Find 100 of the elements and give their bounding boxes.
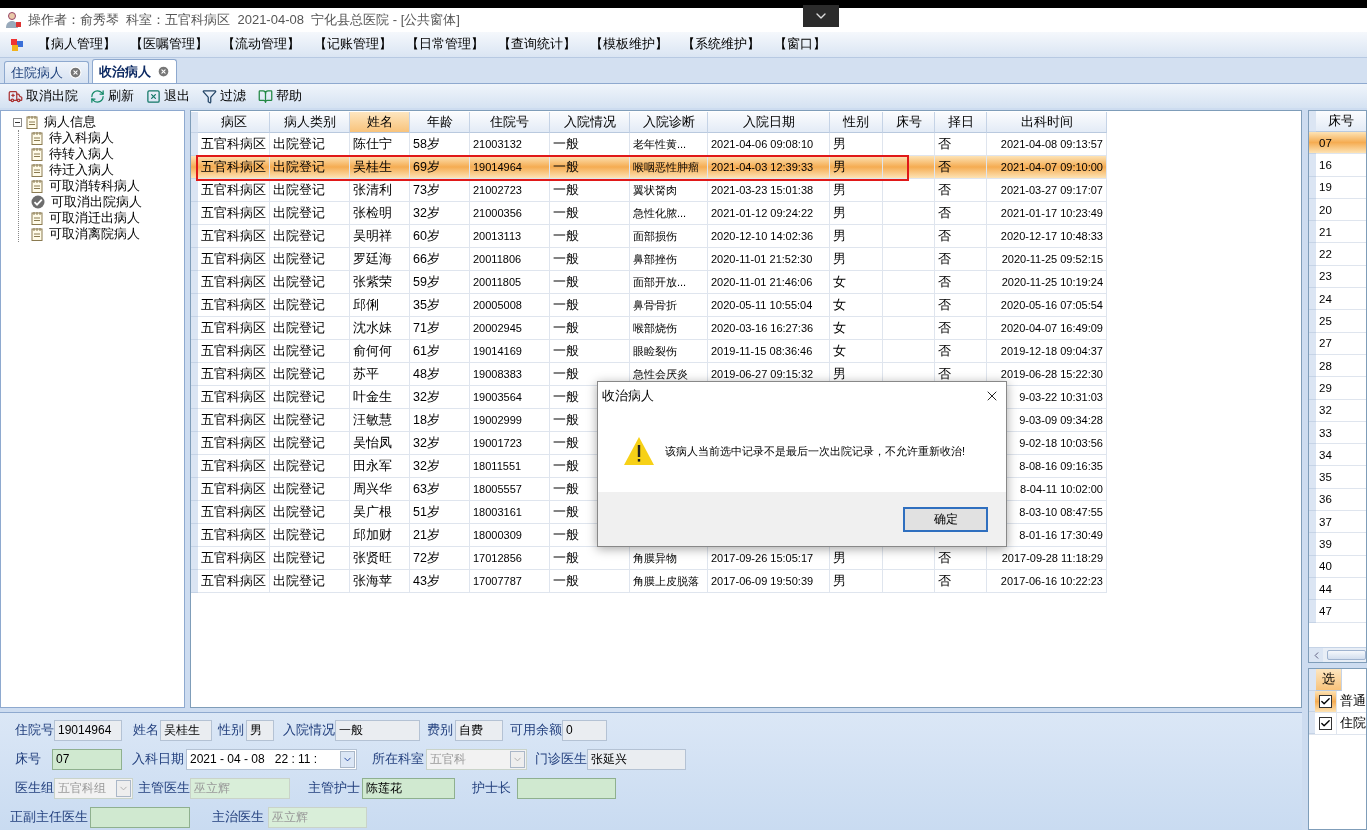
- menu-item[interactable]: 【窗口】: [774, 36, 866, 53]
- table-cell: 男: [830, 570, 883, 593]
- column-header[interactable]: 病人类别: [270, 112, 350, 133]
- table-cell: 2021-01-12 09:24:22: [708, 202, 830, 225]
- close-icon[interactable]: [69, 66, 82, 79]
- column-header[interactable]: 病区: [198, 112, 270, 133]
- table-cell: 五官科病区: [198, 455, 270, 478]
- menu-item[interactable]: 【系统维护】: [682, 36, 774, 53]
- table-cell: 2020-11-25 10:19:24: [987, 271, 1107, 294]
- tree-item[interactable]: 可取消转科病人: [47, 177, 142, 195]
- table-cell: 2020-11-25 09:52:15: [987, 248, 1107, 271]
- collapse-icon[interactable]: [13, 117, 22, 127]
- input-field[interactable]: 张延兴: [587, 748, 686, 770]
- table-cell: [883, 225, 935, 248]
- menu-item[interactable]: 【日常管理】: [406, 36, 498, 53]
- column-header[interactable]: 选: [1316, 669, 1342, 691]
- row-header[interactable]: [191, 179, 198, 202]
- date-field[interactable]: 2021 - 04 - 08 22 : 11 :: [186, 748, 357, 770]
- table-cell: 2020-03-16 16:27:36: [708, 317, 830, 340]
- toolbar-button[interactable]: 退出: [144, 87, 192, 105]
- app-menu-icon[interactable]: [10, 37, 24, 52]
- toolbar-button[interactable]: 取消出院: [6, 87, 80, 105]
- tab[interactable]: 收治病人: [92, 59, 177, 83]
- field-label: 医生组: [15, 779, 54, 797]
- table-cell: [883, 202, 935, 225]
- table-cell: 20011806: [470, 248, 550, 271]
- field-label: 住院号: [15, 721, 54, 739]
- toolbar-button[interactable]: 过滤: [200, 87, 248, 105]
- table-cell: 否: [935, 271, 987, 294]
- input-field[interactable]: [90, 806, 190, 828]
- table-cell: 21岁: [410, 524, 470, 547]
- table-cell: 一般: [550, 133, 630, 156]
- input-field[interactable]: 19014964: [54, 719, 122, 741]
- menu-item[interactable]: 【查询统计】: [498, 36, 590, 53]
- toolbar-button[interactable]: 刷新: [88, 87, 136, 105]
- table-cell: 否: [935, 248, 987, 271]
- menu-item[interactable]: 【流动管理】: [222, 36, 314, 53]
- funnel-icon: [202, 88, 217, 104]
- input-field[interactable]: 吴桂生: [160, 719, 212, 741]
- scroll-left-button[interactable]: [1309, 648, 1323, 662]
- scrollbar[interactable]: [1309, 647, 1366, 662]
- scroll-thumb[interactable]: [1327, 650, 1366, 660]
- table-cell: [883, 570, 935, 593]
- input-field[interactable]: 07: [52, 748, 122, 770]
- checkbox[interactable]: [1318, 695, 1332, 708]
- field-label: 主治医生: [212, 808, 264, 826]
- tree-item[interactable]: 待转入病人: [47, 145, 116, 163]
- menu-item[interactable]: 【模板维护】: [590, 36, 682, 53]
- input-field[interactable]: 一般: [335, 719, 420, 741]
- table-cell: 男: [830, 248, 883, 271]
- table-cell: 否: [935, 179, 987, 202]
- table-cell: 一般: [550, 570, 630, 593]
- notepad-icon: [31, 211, 43, 225]
- column-header[interactable]: 床号: [883, 112, 935, 133]
- tree-item[interactable]: 可取消迁出病人: [47, 209, 142, 227]
- tab[interactable]: 住院病人: [4, 61, 89, 83]
- table-cell: 一般: [550, 179, 630, 202]
- table-cell: [883, 294, 935, 317]
- input-field[interactable]: 陈莲花: [362, 777, 455, 799]
- tree-item[interactable]: 可取消离院病人: [47, 225, 142, 243]
- table-cell: 18000309: [470, 524, 550, 547]
- ok-button[interactable]: 确定: [903, 506, 988, 532]
- menu-item[interactable]: 【记账管理】: [314, 36, 406, 53]
- table-cell: 20011805: [470, 271, 550, 294]
- table-cell: 17007787: [470, 570, 550, 593]
- column-header[interactable]: 姓名: [350, 112, 410, 133]
- menu-item[interactable]: 【病人管理】: [38, 36, 130, 53]
- column-header[interactable]: 入院情况: [550, 112, 630, 133]
- notepad-icon: [31, 147, 43, 161]
- tree-item[interactable]: 病人信息: [42, 113, 98, 131]
- table-cell: 否: [935, 340, 987, 363]
- checkbox[interactable]: [1318, 717, 1332, 730]
- column-header[interactable]: 出科时间: [987, 112, 1107, 133]
- input-field[interactable]: [517, 777, 616, 799]
- header-corner: [191, 112, 198, 133]
- tree-item[interactable]: 待迁入病人: [47, 161, 116, 179]
- tree-item[interactable]: 可取消出院病人: [49, 193, 144, 211]
- toolbar-button[interactable]: 帮助: [256, 87, 304, 105]
- dropdown-button[interactable]: [803, 5, 839, 27]
- table-cell: 59岁: [410, 271, 470, 294]
- table-cell: 罗廷海: [350, 248, 410, 271]
- input-field[interactable]: 自费: [455, 719, 503, 741]
- column-header[interactable]: 住院号: [470, 112, 550, 133]
- column-header[interactable]: 年龄: [410, 112, 470, 133]
- column-header[interactable]: 入院诊断: [630, 112, 708, 133]
- column-header[interactable]: 择日: [935, 112, 987, 133]
- menu-item[interactable]: 【医嘱管理】: [130, 36, 222, 53]
- column-header[interactable]: 床号: [1316, 111, 1366, 132]
- table-cell: 喉咽恶性肿瘤: [630, 156, 708, 179]
- table-cell: 07: [1316, 132, 1366, 155]
- tree-item[interactable]: 待入科病人: [47, 129, 116, 147]
- notepad-icon: [31, 179, 43, 193]
- table-cell: 五官科病区: [198, 386, 270, 409]
- column-header[interactable]: 入院日期: [708, 112, 830, 133]
- input-field[interactable]: 0: [562, 719, 607, 741]
- column-header[interactable]: 性别: [830, 112, 883, 133]
- user-icon: [4, 11, 22, 29]
- notepad-icon: [31, 227, 43, 241]
- close-icon[interactable]: [157, 65, 170, 78]
- input-field[interactable]: 男: [246, 719, 274, 741]
